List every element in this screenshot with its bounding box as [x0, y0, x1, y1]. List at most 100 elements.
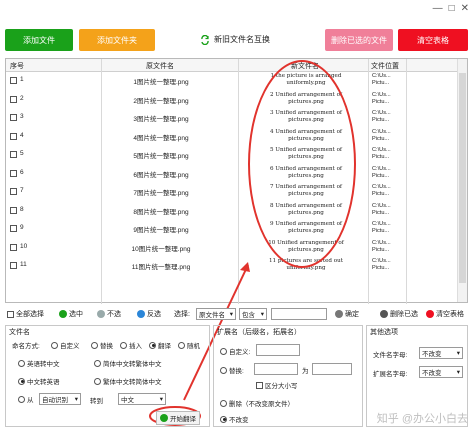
ext-replace-to-input[interactable]: [312, 363, 352, 375]
table-scrollbar[interactable]: [457, 59, 467, 302]
row-checkbox[interactable]: [10, 77, 17, 84]
start-translate-button[interactable]: 开始翻译: [156, 411, 200, 425]
delete-selected-files-button[interactable]: 删除已选的文件: [325, 29, 393, 51]
operator-select[interactable]: 包含 ▾: [239, 308, 267, 320]
uncheck-button[interactable]: 不选: [97, 309, 121, 319]
check-button[interactable]: 选中: [59, 309, 83, 319]
radio-custom[interactable]: 自定义: [51, 340, 80, 350]
row-location: C:\Us... Pictu...: [372, 202, 391, 216]
ext-radio-delete[interactable]: 删除（不改变原文件）: [220, 398, 294, 408]
field-select[interactable]: 原文件名 ▾: [196, 308, 236, 320]
table-row[interactable]: 5 5图片统一整理.png 5 Unified arrangement of pic…: [6, 147, 467, 165]
scrollbar-thumb[interactable]: [459, 73, 466, 283]
radio-t2s[interactable]: 繁体中文转简体中文: [94, 376, 162, 386]
to-language-select[interactable]: 中文 ▾: [118, 393, 166, 405]
row-checkbox[interactable]: [10, 243, 17, 251]
radio-from[interactable]: 从: [18, 394, 34, 404]
chevron-down-icon: ▾: [74, 396, 78, 403]
row-checkbox[interactable]: [10, 132, 17, 140]
add-folder-button[interactable]: 添加文件夹: [79, 29, 155, 51]
radio-s2t[interactable]: 简体中文转繁体中文: [94, 358, 162, 368]
row-new-name: 9 Unified arrangement of pictures.png: [269, 221, 343, 234]
row-original-name: 10图片统一整理.png: [131, 245, 191, 253]
from-language-select[interactable]: 自动识别 ▾: [39, 393, 81, 405]
case-sensitive-checkbox[interactable]: 区分大小写: [256, 380, 298, 390]
row-original-name: 8图片统一整理.png: [133, 208, 189, 216]
confirm-button[interactable]: 确定: [335, 309, 359, 319]
add-file-button[interactable]: 添加文件: [5, 29, 73, 51]
row-new-name: 10 Unified arrangement of pictures.png: [268, 239, 344, 253]
replace-as-label: 为: [302, 368, 309, 375]
ext-case-label: 扩展名字母:: [373, 371, 408, 378]
check-icon: [160, 414, 168, 422]
radio-zh-to-en[interactable]: 中文转英语: [18, 376, 60, 386]
confirm-icon: [335, 310, 343, 318]
row-checkbox[interactable]: [10, 114, 17, 121]
invert-button[interactable]: 反选: [137, 309, 161, 319]
row-original-name: 7图片统一整理.png: [133, 190, 189, 197]
row-index: 10: [20, 242, 28, 250]
ext-radio-custom[interactable]: 自定义:: [220, 346, 250, 356]
maximize-icon[interactable]: □: [449, 3, 455, 14]
filter-input[interactable]: [271, 308, 327, 320]
table-row[interactable]: 2 2图片统一整理.png 2 Unified arrangement of pic…: [6, 92, 467, 110]
table-row[interactable]: 1 1图片统一整理.png 1 the picture is arranged un…: [6, 73, 467, 91]
close-icon[interactable]: ✕: [461, 3, 469, 14]
clear-table-button[interactable]: 清空表格: [398, 29, 468, 51]
row-index: 2: [20, 94, 24, 102]
row-index: 1: [20, 76, 24, 83]
uncheck-icon: [97, 310, 105, 318]
row-checkbox[interactable]: [10, 188, 17, 195]
table-row[interactable]: 9 9图片统一整理.png 9 Unified arrangement of pic…: [6, 221, 467, 239]
selection-toolbar: 全部选择 选中 不选 反选 选择: 原文件名 ▾ 包含 ▾ 确定 删除已选 清空表格: [5, 307, 468, 322]
row-new-name: 3 Unified arrangement of pictures.png: [269, 110, 343, 123]
naming-mode-label: 命名方式:: [12, 343, 40, 350]
row-checkbox[interactable]: [10, 95, 17, 103]
header-new-name: 新文件名: [291, 63, 319, 70]
row-original-name: 2图片统一整理.png: [133, 97, 189, 105]
table-row[interactable]: 4 4图片统一整理.png 4 Unified arrangement of pic…: [6, 129, 467, 147]
row-checkbox[interactable]: [10, 206, 17, 214]
minimize-icon[interactable]: —: [433, 3, 443, 14]
ext-radio-keep[interactable]: 不改变: [220, 414, 249, 424]
ext-custom-input[interactable]: [256, 344, 300, 356]
clear-table-small-button[interactable]: 清空表格: [426, 309, 464, 319]
row-new-name: 11 pictures are sorted out uniformly.png: [268, 258, 344, 271]
row-original-name: 9图片统一整理.png: [133, 227, 189, 234]
delete-selected-button[interactable]: 删除已选: [380, 309, 418, 319]
row-checkbox[interactable]: [10, 151, 17, 158]
row-location: C:\Us... Pictu...: [372, 221, 391, 234]
clear-icon: [426, 310, 434, 318]
name-case-select[interactable]: 不改变 ▾: [419, 347, 463, 359]
radio-en-to-zh[interactable]: 英语转中文: [18, 358, 60, 368]
row-checkbox[interactable]: [10, 169, 17, 177]
table-row[interactable]: 11 11图片统一整理.png 11 pictures are sorted out…: [6, 258, 467, 276]
table-row[interactable]: 7 7图片统一整理.png 7 Unified arrangement of pic…: [6, 184, 467, 202]
name-case-label: 文件名字母:: [373, 352, 408, 359]
header-location: 文件位置: [371, 63, 399, 70]
ext-case-select[interactable]: 不改变 ▾: [419, 366, 463, 378]
to-label: 转到: [90, 398, 103, 405]
chevron-down-icon: ▾: [159, 396, 163, 403]
table-row[interactable]: 8 8图片统一整理.png 8 Unified arrangement of pic…: [6, 203, 467, 221]
radio-random[interactable]: 随机: [178, 340, 200, 350]
swap-names-button[interactable]: 新旧文件名互换: [200, 34, 270, 45]
radio-insert[interactable]: 插入: [120, 340, 142, 350]
row-checkbox[interactable]: [10, 225, 17, 232]
invert-icon: [137, 310, 145, 318]
ext-radio-replace[interactable]: 替换:: [220, 365, 244, 375]
table-row[interactable]: 3 3图片统一整理.png 3 Unified arrangement of pic…: [6, 110, 467, 128]
radio-replace[interactable]: 替换: [91, 340, 113, 350]
row-index: 9: [20, 224, 24, 231]
select-all-checkbox[interactable]: 全部选择: [7, 309, 44, 319]
table-row[interactable]: 6 6图片统一整理.png 6 Unified arrangement of pic…: [6, 166, 467, 184]
radio-translate[interactable]: 翻译: [149, 340, 171, 350]
row-original-name: 3图片统一整理.png: [133, 116, 189, 123]
row-checkbox[interactable]: [10, 262, 17, 269]
chevron-down-icon: ▾: [456, 350, 460, 357]
check-icon: [59, 310, 67, 318]
ext-replace-from-input[interactable]: [254, 363, 298, 375]
row-index: 4: [20, 131, 24, 139]
table-row[interactable]: 10 10图片统一整理.png 10 Unified arrangement of …: [6, 240, 467, 258]
row-original-name: 1图片统一整理.png: [133, 79, 189, 86]
